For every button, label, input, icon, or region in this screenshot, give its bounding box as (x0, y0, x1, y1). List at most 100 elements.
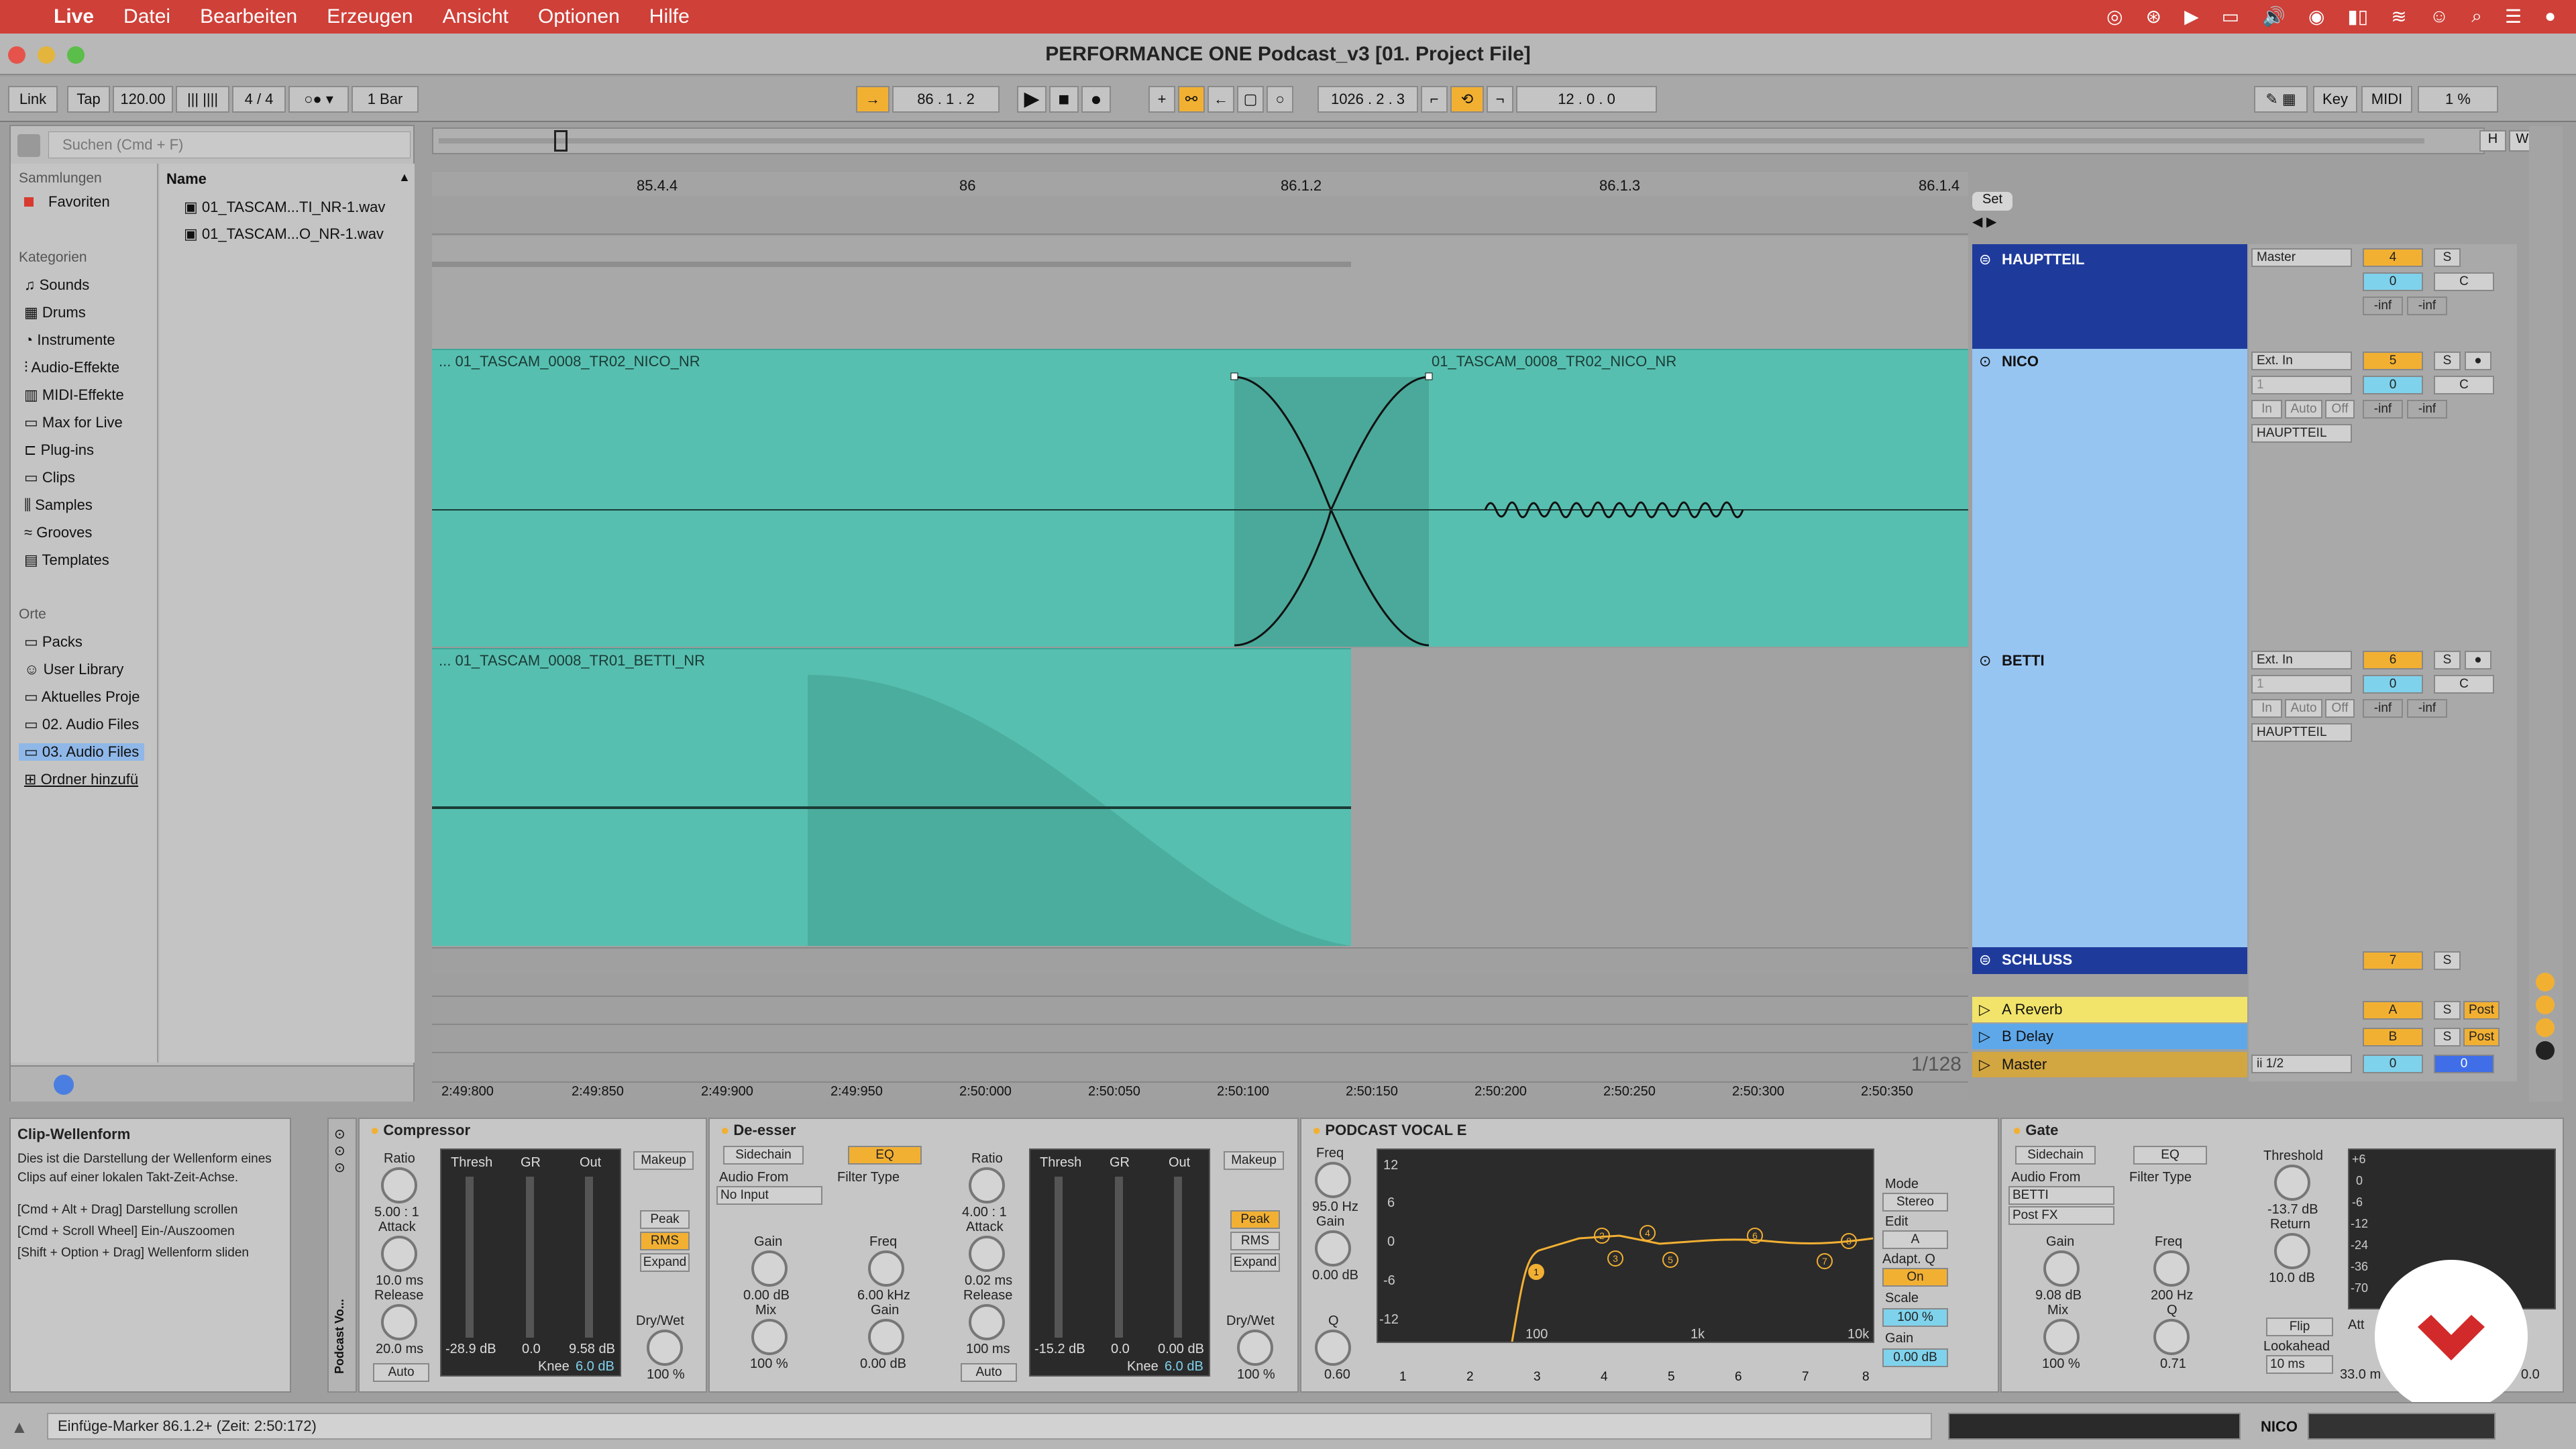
audio-to-menu[interactable]: HAUPTTEIL (2251, 723, 2352, 742)
midi-map-button[interactable]: MIDI (2361, 86, 2412, 113)
rms-button[interactable]: RMS (1230, 1232, 1280, 1250)
airdrop-icon[interactable]: ◉ (2308, 5, 2324, 28)
preview-icon[interactable] (54, 1075, 74, 1095)
track-name[interactable]: SCHLUSS (2002, 951, 2072, 969)
monitor-auto-button[interactable]: Auto (2285, 400, 2322, 419)
knee-value[interactable]: 6.0 dB (576, 1359, 614, 1375)
time-ruler[interactable]: 2:49:800 2:49:850 2:49:900 2:49:950 2:50… (432, 1081, 1968, 1100)
freq-knob[interactable] (1315, 1162, 1351, 1198)
monitor-in-button[interactable]: In (2251, 699, 2282, 718)
track-fold-icon[interactable]: ▷ (1979, 1056, 1990, 1073)
band-number[interactable]: 4 (1601, 1370, 1608, 1385)
sidebar-item-audio-effekte[interactable]: ⫶ Audio-Effekte (24, 359, 119, 376)
minimize-window-button[interactable] (38, 46, 55, 64)
user-icon[interactable]: ☺ (2430, 5, 2449, 28)
song-position-field[interactable]: 86 . 1 . 2 (892, 86, 1000, 113)
peak-button[interactable]: Peak (640, 1210, 690, 1229)
power-icon[interactable]: ● (720, 1122, 729, 1138)
track-name[interactable]: Master (2002, 1056, 2047, 1073)
return-letter[interactable]: A (2363, 1001, 2423, 1020)
audio-from-menu[interactable]: Ext. In (2251, 352, 2352, 370)
metronome-button[interactable]: ○● ▾ (288, 86, 349, 113)
track-header-master[interactable]: ▷ Master (1972, 1052, 2247, 1077)
capture-button[interactable]: ▢ (1237, 86, 1264, 113)
session-record-button[interactable]: ○ (1267, 86, 1293, 113)
q-knob[interactable] (2153, 1319, 2190, 1355)
track-name[interactable]: A Reverb (2002, 1001, 2063, 1018)
track-name[interactable]: BETTI (2002, 652, 2045, 669)
sidebar-item-samples[interactable]: ⫼ Samples (24, 496, 93, 514)
eq-display[interactable]: 12 6 0 -6 -12 100 1k 10k 1 2 3 4 5 6 7 8 (1377, 1148, 1874, 1343)
sidebar-item-max-for-live[interactable]: ▭ Max for Live (24, 414, 123, 431)
band-number[interactable]: 3 (1534, 1370, 1541, 1385)
edit-a-button[interactable]: A (1882, 1230, 1948, 1249)
sidebar-item-templates[interactable]: ▤ Templates (24, 551, 109, 569)
track-fold-icon[interactable]: ⊙ (1979, 652, 1991, 669)
sidebar-item-02-audio-files[interactable]: ▭ 02. Audio Files (24, 716, 139, 733)
display-icon[interactable]: ▭ (2222, 5, 2239, 28)
track-lane-nico[interactable]: ... 01_TASCAM_0008_TR02_NICO_NR 01_TASCA… (432, 349, 1968, 648)
thresh-slider[interactable] (1055, 1177, 1063, 1338)
sidebar-item-aktuelles-projekt[interactable]: ▭ Aktuelles Proje (24, 688, 140, 706)
menu-bearbeiten[interactable]: Bearbeiten (200, 5, 297, 28)
audio-from-menu[interactable]: Ext. In (2251, 651, 2352, 669)
ratio-knob[interactable] (969, 1167, 1005, 1203)
track-lane-betti[interactable]: ... 01_TASCAM_0008_TR01_BETTI_NR (432, 648, 1968, 947)
eq-band-node[interactable]: 1 (1528, 1264, 1544, 1280)
set-button[interactable]: Set (1972, 192, 2012, 211)
mini-clip-overview[interactable] (2308, 1413, 2496, 1440)
solo-button[interactable]: S (2434, 248, 2461, 267)
rms-button[interactable]: RMS (640, 1232, 690, 1250)
follow-button[interactable]: → (856, 86, 890, 113)
input-channel-menu[interactable]: 1 (2251, 376, 2352, 394)
loop-button[interactable]: ⟲ (1450, 86, 1484, 113)
band-number[interactable]: 5 (1668, 1370, 1675, 1385)
track-number[interactable]: 5 (2363, 352, 2423, 370)
thresh-slider[interactable] (466, 1177, 474, 1338)
eq-curve[interactable] (1378, 1150, 1873, 1342)
name-column-header[interactable]: Name (166, 170, 207, 188)
group-fold-icon[interactable]: ⊜ (1979, 951, 1991, 969)
menu-hilfe[interactable]: Hilfe (649, 5, 690, 28)
time-signature-field[interactable]: 4 / 4 (232, 86, 286, 113)
track-fold-icon[interactable]: ⊙ (1979, 353, 1991, 370)
key-map-button[interactable]: Key (2313, 86, 2357, 113)
audio-from-menu[interactable]: BETTI (2008, 1186, 2114, 1205)
io-toggle-icon[interactable] (2536, 973, 2555, 991)
track-number[interactable]: 6 (2363, 651, 2423, 669)
sidebar-item-03-audio-files[interactable]: ▭ 03. Audio Files (19, 743, 145, 761)
solo-button[interactable]: S (2434, 352, 2461, 370)
menu-ansicht[interactable]: Ansicht (443, 5, 508, 28)
power-icon[interactable]: ● (370, 1122, 379, 1138)
track-name[interactable]: NICO (2002, 353, 2039, 370)
makeup-button[interactable]: Makeup (633, 1151, 694, 1170)
attack-knob[interactable] (381, 1236, 417, 1272)
track-header-b-delay[interactable]: ▷ B Delay (1972, 1024, 2247, 1049)
eq-button[interactable]: EQ (2133, 1146, 2207, 1165)
rack-icons[interactable]: ⊙ ⊙ ⊙ (334, 1126, 345, 1176)
pan-field[interactable]: C (2434, 376, 2494, 394)
track-fold-icon[interactable]: ▷ (1979, 1028, 1990, 1045)
creative-cloud-icon[interactable]: ⊛ (2146, 5, 2161, 28)
draw-mode-button[interactable]: ✎ ▦ (2254, 86, 2308, 113)
locator-nav-icons[interactable]: ◀ ▶ (1972, 213, 2019, 232)
sidebar-item-midi-effekte[interactable]: ▥ MIDI-Effekte (24, 386, 124, 404)
release-knob[interactable] (381, 1304, 417, 1340)
file-item[interactable]: ▣ 01_TASCAM...TI_NR-1.wav (184, 199, 385, 216)
track-lane-hauptteil[interactable] (432, 236, 1968, 349)
post-button[interactable]: Post (2463, 1001, 2500, 1020)
stop-button[interactable]: ■ (1049, 86, 1079, 113)
sidebar-item-ordner-hinzufuegen[interactable]: ⊞ Ordner hinzufü (24, 771, 138, 788)
band-number[interactable]: 2 (1466, 1370, 1474, 1385)
monitor-in-button[interactable]: In (2251, 400, 2282, 419)
track-header-hauptteil[interactable]: ⊜ HAUPTTEIL (1972, 244, 2247, 349)
loop-length-field[interactable]: 12 . 0 . 0 (1516, 86, 1657, 113)
eq-band-node[interactable]: 5 (1662, 1252, 1678, 1268)
battery-icon[interactable]: ▮▯ (2347, 5, 2368, 28)
arrangement-overview[interactable] (432, 127, 2485, 154)
browser-toggle-icon[interactable] (17, 134, 40, 157)
sidebar-item-sounds[interactable]: ♫ Sounds (24, 276, 89, 294)
adapt-q-button[interactable]: On (1882, 1268, 1948, 1287)
auto-release-button[interactable]: Auto (373, 1363, 429, 1382)
sidebar-item-instrumente[interactable]: ◔ Instrumente (24, 331, 115, 349)
